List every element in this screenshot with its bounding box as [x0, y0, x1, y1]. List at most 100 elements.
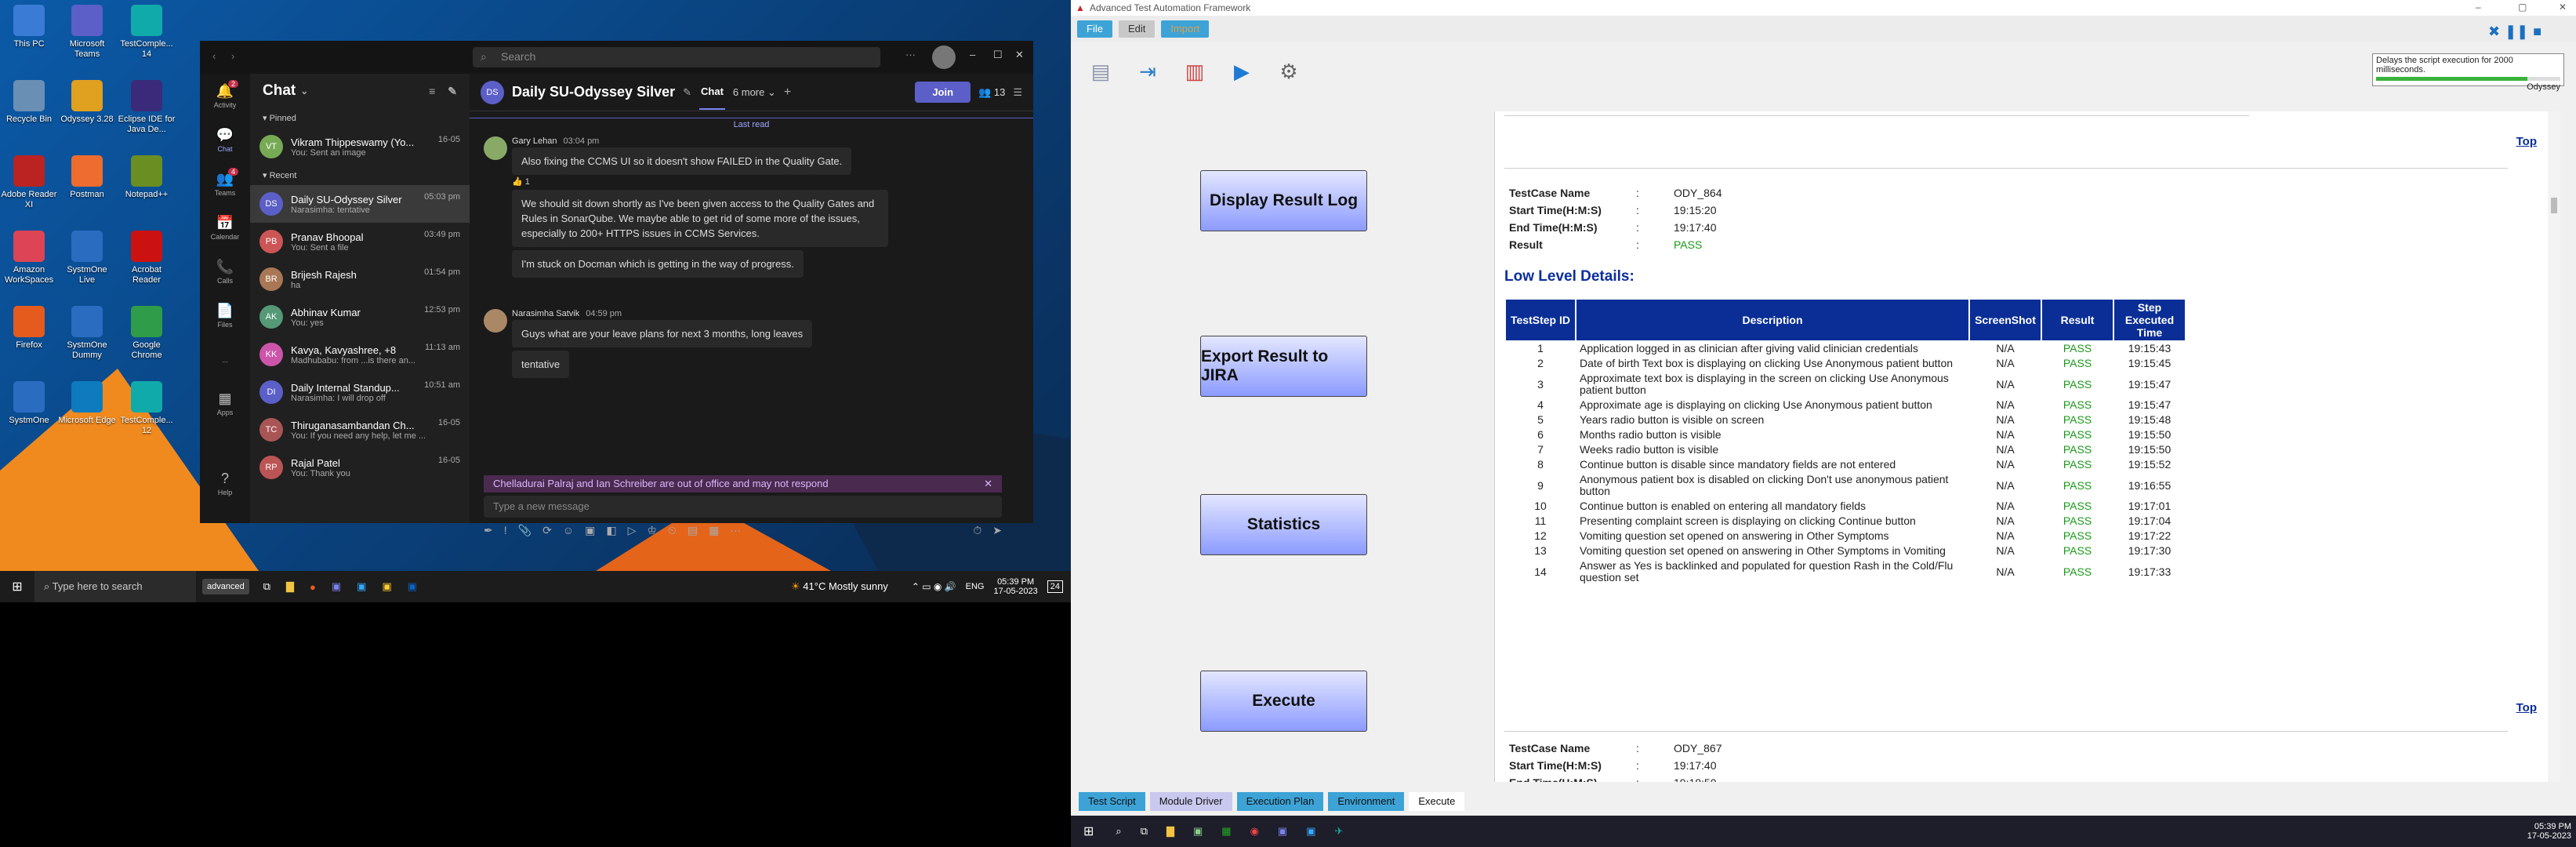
message-bubble[interactable]: We should sit down shortly as I've been … — [512, 190, 888, 247]
statistics-button[interactable]: Statistics — [1200, 494, 1367, 555]
desktop-icon[interactable]: Google Chrome — [118, 306, 176, 361]
tab-module-driver[interactable]: Module Driver — [1149, 792, 1232, 811]
chat-list-item[interactable]: AK Abhinav Kumar You: yes 12:53 pm — [250, 298, 470, 336]
display-result-log-button[interactable]: Display Result Log — [1200, 170, 1367, 231]
chat-list-item[interactable]: BR Brijesh Rajesh ha 01:54 pm — [250, 260, 470, 298]
chat-list-item[interactable]: VT Vikram Thippeswamy (Yo... You: Sent an … — [250, 128, 470, 165]
chart-icon[interactable]: ▥ — [1177, 54, 1212, 89]
firefox-icon[interactable]: ● — [310, 581, 316, 593]
top-link[interactable]: Top — [2516, 135, 2537, 148]
chrome-icon[interactable]: ◉ — [1250, 825, 1259, 838]
rail-item[interactable]: ? Help — [200, 461, 250, 505]
chat-list-item[interactable]: DS Daily SU-Odyssey Silver Narasimha: tent… — [250, 185, 470, 223]
emoji-icon[interactable]: ☺ — [563, 524, 574, 543]
app-icon[interactable]: ▣ — [357, 580, 366, 593]
loop-icon[interactable]: ⟳ — [542, 524, 552, 543]
message-bubble[interactable]: tentative — [512, 351, 570, 378]
clock[interactable]: 05:39 PM 17-05-2023 — [993, 577, 1037, 596]
minimize-icon[interactable]: – — [970, 49, 975, 60]
desktop-icon[interactable]: This PC — [0, 5, 58, 49]
outlook-icon[interactable]: ▣ — [408, 580, 417, 593]
teams-icon[interactable]: ▣ — [332, 580, 341, 593]
list-icon[interactable]: ☰ — [1013, 86, 1022, 99]
notification-badge[interactable]: 24 — [1047, 580, 1063, 593]
gear-icon[interactable]: ⚙ — [1272, 54, 1306, 89]
windows-start-icon[interactable]: ⊞ — [0, 579, 34, 594]
desktop-icon[interactable]: Amazon WorkSpaces — [0, 231, 58, 285]
weather-widget[interactable]: ☀ 41°C Mostly sunny — [791, 580, 888, 593]
desktop-icon[interactable]: Microsoft Edge — [58, 381, 116, 426]
minimize-icon[interactable]: – — [2476, 2, 2481, 13]
explorer-icon[interactable]: ▣ — [382, 580, 391, 593]
maximize-icon[interactable]: ▢ — [2518, 2, 2527, 13]
reaction-badge[interactable]: 👍 1 — [512, 176, 1002, 187]
recent-section-label[interactable]: ▾ Recent — [250, 165, 470, 185]
edit-name-icon[interactable]: ✎ — [683, 86, 691, 99]
desktop-icon[interactable]: Odyssey 3.28 — [58, 80, 116, 125]
taskbar-search-input[interactable]: ⌕ Type here to search — [34, 571, 196, 602]
desktop-icon[interactable]: SystmOne Dummy — [58, 306, 116, 361]
desktop-icon[interactable]: TestComple... 12 — [118, 381, 176, 436]
tab-more[interactable]: 6 more ⌄ — [733, 86, 776, 99]
desktop-icon[interactable]: Acrobat Reader — [118, 231, 176, 285]
more-icon[interactable]: ··· — [730, 524, 741, 543]
windows-start-icon[interactable]: ⊞ — [1083, 823, 1094, 839]
scrollbar[interactable] — [2548, 111, 2560, 782]
add-tab-icon[interactable]: + — [784, 85, 791, 100]
maximize-icon[interactable]: ☐ — [993, 49, 1003, 61]
close-icon[interactable]: ✕ — [2559, 2, 2567, 13]
teams-search-input[interactable]: ⌕ Search — [473, 47, 880, 67]
attach-icon[interactable]: 📎 — [518, 524, 532, 543]
chat-list-item[interactable]: DI Daily Internal Standup... Narasimha: I … — [250, 373, 470, 411]
tray-icons[interactable]: ⌃ ▭ ◉ 🔊 — [912, 581, 956, 592]
chat-list-item[interactable]: TC Thiruganasambandan Ch... You: If you ne… — [250, 411, 470, 449]
rail-item[interactable]: ... — [200, 337, 250, 381]
play-icon[interactable]: ▶ — [1225, 54, 1259, 89]
menu-edit[interactable]: Edit — [1118, 20, 1156, 38]
app-icon[interactable]: ▣ — [1306, 825, 1315, 838]
tab-chat[interactable]: Chat — [699, 75, 725, 110]
format-icon[interactable]: ✒ — [484, 524, 493, 543]
gif-icon[interactable]: ▣ — [585, 524, 595, 543]
tab-environment[interactable]: Environment — [1328, 792, 1405, 811]
export-result-to-jira-button[interactable]: Export Result to JIRA — [1200, 336, 1367, 397]
schedule-send-icon[interactable]: ⏱ — [973, 524, 981, 543]
schedule-icon[interactable]: ⏲ — [668, 524, 677, 543]
sticker-icon[interactable]: ◧ — [606, 524, 616, 543]
profile-avatar[interactable] — [932, 45, 956, 69]
send-icon[interactable]: ➤ — [992, 524, 1002, 543]
join-button[interactable]: Join — [915, 82, 971, 103]
menu-file[interactable]: File — [1077, 20, 1112, 38]
close-icon[interactable]: ✖ — [2488, 24, 2500, 40]
desktop-icon[interactable]: Eclipse IDE for Java De... — [118, 80, 176, 135]
praise-icon[interactable]: ♔ — [647, 524, 657, 543]
desktop-icon[interactable]: Notepad++ — [118, 155, 176, 200]
forward-icon[interactable]: › — [231, 50, 234, 62]
message-bubble[interactable]: Guys what are your leave plans for next … — [512, 320, 813, 347]
files-icon[interactable]: ▤ — [688, 524, 698, 543]
tab-execution-plan[interactable]: Execution Plan — [1236, 792, 1324, 811]
chat-list-item[interactable]: KK Kavya, Kavyashree, +8 Madhubabu: from .… — [250, 336, 470, 373]
rail-item[interactable]: 👥 Teams 4 — [200, 162, 250, 205]
filter-icon[interactable]: ≡ — [429, 85, 435, 97]
import-arrow-icon[interactable]: ⇥ — [1130, 54, 1165, 89]
desktop-icon[interactable]: Postman — [58, 155, 116, 200]
participants-button[interactable]: 👥 13 — [978, 86, 1005, 99]
close-icon[interactable]: ✕ — [984, 478, 992, 490]
grid-icon[interactable]: ▤ — [1083, 54, 1118, 89]
more-options-icon[interactable]: ··· — [905, 49, 916, 60]
rail-item[interactable]: ▦ Apps — [200, 381, 250, 425]
notepad-icon[interactable]: ▣ — [1193, 825, 1203, 838]
pause-icon[interactable]: ❚❚ — [2505, 24, 2528, 40]
top-link[interactable]: Top — [2516, 701, 2537, 714]
desktop-icon[interactable]: Firefox — [0, 306, 58, 351]
desktop-icon[interactable]: Recycle Bin — [0, 80, 58, 125]
testcomplete-icon[interactable]: ✈ — [1335, 825, 1344, 838]
desktop-icon[interactable]: Adobe Reader XI — [0, 155, 58, 210]
desktop-icon[interactable]: SystmOne Live — [58, 231, 116, 285]
rail-item[interactable]: 🔔 Activity 2 — [200, 74, 250, 118]
message-bubble[interactable]: Also fixing the CCMS UI so it doesn't sh… — [512, 147, 852, 175]
desktop-icon[interactable]: Microsoft Teams — [58, 5, 116, 60]
stop-icon[interactable]: ■ — [2533, 24, 2542, 40]
chat-list-item[interactable]: RP Rajal Patel You: Thank you 16-05 — [250, 449, 470, 486]
